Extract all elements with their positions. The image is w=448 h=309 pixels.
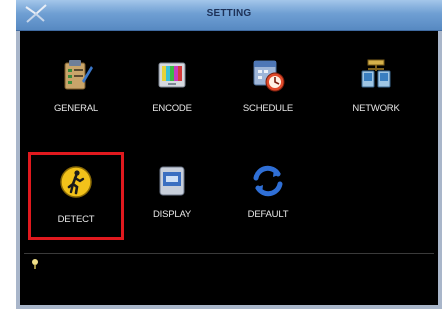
menu-item-label: NETWORK (352, 103, 400, 114)
menu-item-label: ENCODE (152, 103, 192, 114)
menu-item-network[interactable]: NETWORK (328, 51, 424, 125)
detect-icon (60, 166, 92, 198)
menu-item-label: SCHEDULE (242, 103, 294, 114)
menu-item-schedule[interactable]: SCHEDULE (220, 51, 316, 125)
network-icon (361, 59, 391, 88)
menu-item-label: DETECT (57, 214, 95, 225)
menu-item-label: DEFAULT (247, 209, 289, 220)
menu-item-detect[interactable]: DETECT (28, 152, 124, 240)
settings-panel: GENERAL ENCODE SCHEDULE NETWORK DETECT D… (20, 31, 438, 305)
menu-item-default[interactable]: DEFAULT (220, 157, 316, 231)
menu-item-label: GENERAL (53, 103, 98, 114)
menu-item-display[interactable]: DISPLAY (124, 157, 220, 231)
status-divider (24, 253, 434, 254)
default-icon (253, 165, 283, 197)
display-icon (159, 166, 185, 196)
pin-icon (32, 259, 38, 269)
menu-item-label: DISPLAY (152, 209, 192, 220)
window-title: SETTING (206, 8, 252, 19)
encode-icon (158, 62, 186, 88)
schedule-icon (253, 60, 285, 92)
menu-item-encode[interactable]: ENCODE (124, 51, 220, 125)
menu-item-general[interactable]: GENERAL (28, 51, 124, 125)
title-bar: SETTING (16, 0, 442, 31)
setting-window: SETTING GENERAL ENCODE SCHEDULE NETWORK … (16, 0, 442, 309)
general-icon (64, 60, 93, 90)
